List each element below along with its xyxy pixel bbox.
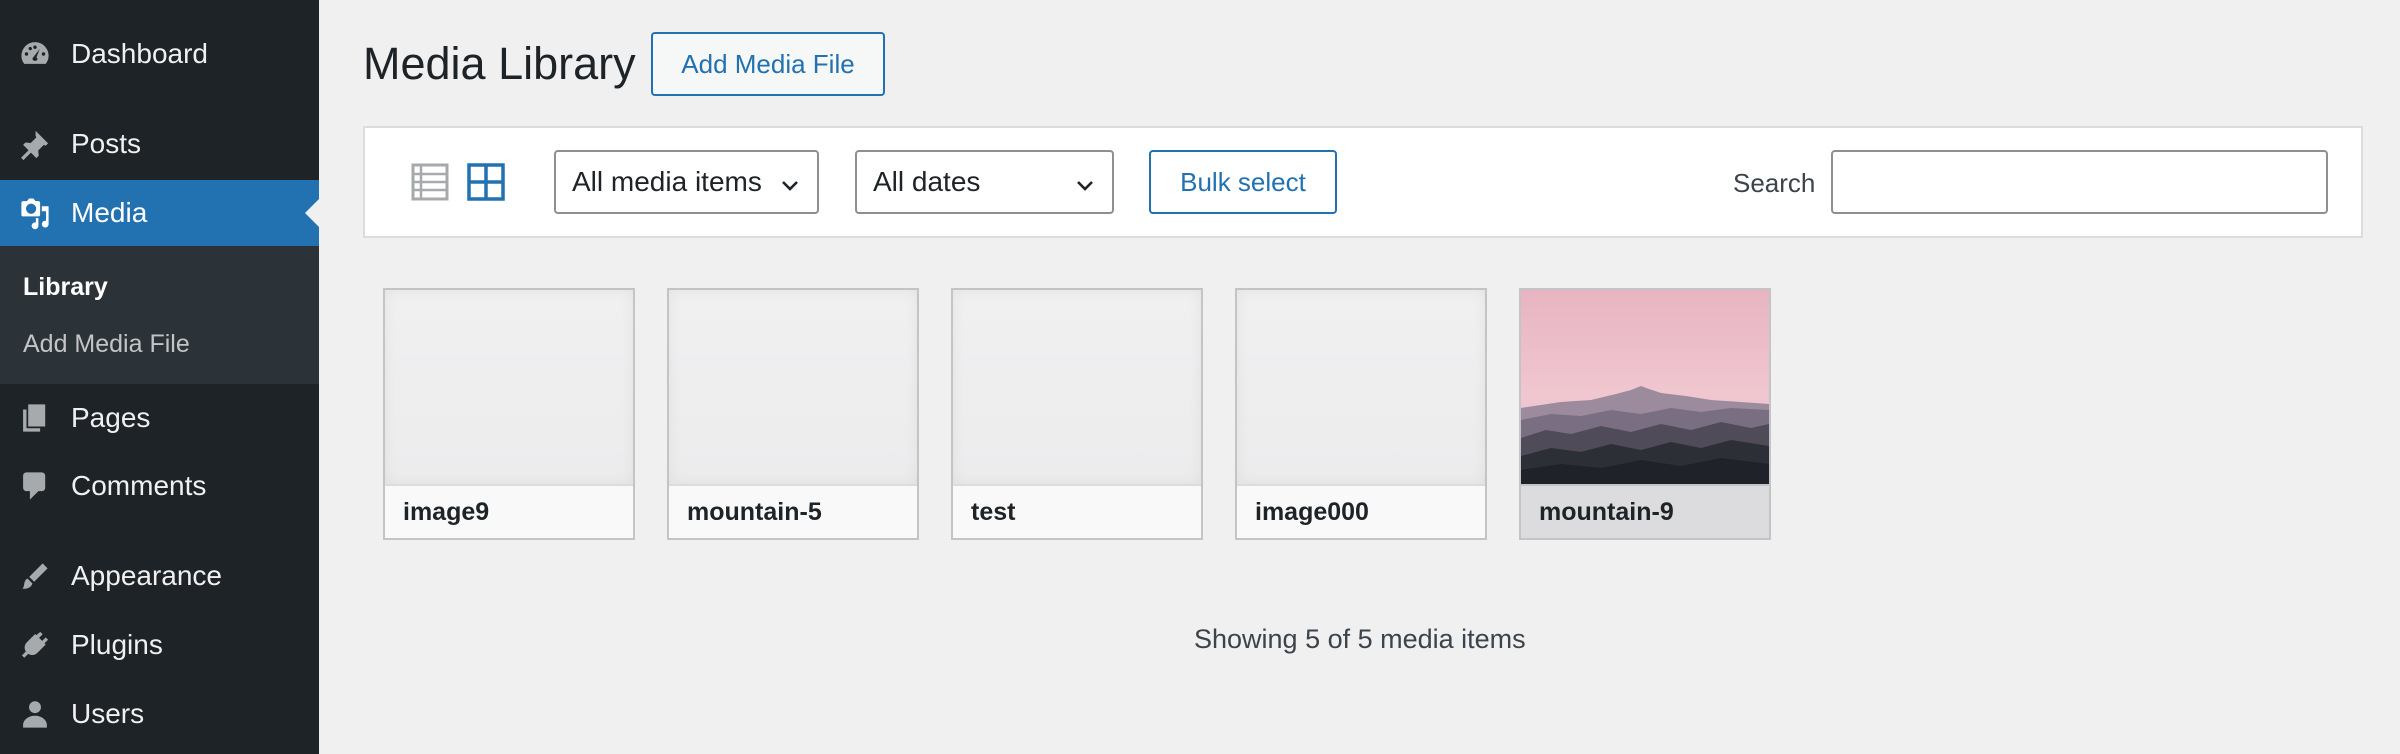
sidebar-item-label: Appearance xyxy=(71,560,223,591)
media-thumbnail xyxy=(953,290,1201,484)
media-filename: test xyxy=(953,484,1201,538)
pages-icon xyxy=(18,401,52,435)
bulk-select-button[interactable]: Bulk select xyxy=(1149,150,1337,214)
sidebar-item-pages[interactable]: Pages xyxy=(0,385,319,451)
media-item-mountain-5[interactable]: mountain-5 xyxy=(667,288,919,540)
sidebar-item-label: Users xyxy=(71,698,145,729)
media-filename: image9 xyxy=(385,484,633,538)
dashboard-icon xyxy=(18,37,52,71)
grid-view-icon[interactable] xyxy=(466,162,506,202)
sidebar-item-posts[interactable]: Posts xyxy=(0,111,319,177)
page-title: Media Library xyxy=(363,38,636,89)
media-item-mountain-9[interactable]: mountain-9 xyxy=(1519,288,1771,540)
media-thumbnail xyxy=(1237,290,1485,484)
search-input[interactable] xyxy=(1831,150,2328,214)
mountain-photo-thumbnail xyxy=(1521,290,1769,484)
date-filter[interactable]: All dates xyxy=(855,150,1114,214)
search-label: Search xyxy=(1733,168,1816,198)
media-icon xyxy=(18,196,52,230)
chevron-down-icon xyxy=(1074,172,1096,194)
sidebar-item-plugins[interactable]: Plugins xyxy=(0,612,319,678)
sidebar-item-users[interactable]: Users xyxy=(0,681,319,747)
list-view-icon[interactable] xyxy=(410,162,450,202)
submenu-item-add-media-file[interactable]: Add Media File xyxy=(23,330,190,359)
brush-icon xyxy=(18,559,52,593)
media-thumbnail xyxy=(385,290,633,484)
sidebar-item-label: Dashboard xyxy=(71,38,208,69)
media-type-filter[interactable]: All media items xyxy=(554,150,819,214)
chevron-down-icon xyxy=(779,172,801,194)
pin-icon xyxy=(18,127,52,161)
sidebar-item-label: Comments xyxy=(71,470,207,501)
media-item-image000[interactable]: image000 xyxy=(1235,288,1487,540)
sidebar-item-label: Posts xyxy=(71,128,142,159)
media-filename: mountain-9 xyxy=(1521,484,1769,538)
admin-sidebar: Dashboard Posts Media Library Add Media … xyxy=(0,0,319,754)
comment-icon xyxy=(18,469,52,503)
sidebar-item-media[interactable]: Media xyxy=(0,180,319,246)
sidebar-item-label: Plugins xyxy=(71,629,163,660)
media-toolbar: All media items All dates Bulk select Se… xyxy=(363,126,2363,238)
media-item-image9[interactable]: image9 xyxy=(383,288,635,540)
media-thumbnail xyxy=(669,290,917,484)
plugin-icon xyxy=(18,628,52,662)
date-filter-value: All dates xyxy=(873,166,981,197)
media-filename: mountain-5 xyxy=(669,484,917,538)
sidebar-item-comments[interactable]: Comments xyxy=(0,453,319,519)
user-icon xyxy=(18,697,52,731)
add-media-file-button[interactable]: Add Media File xyxy=(651,32,885,96)
submenu-item-library[interactable]: Library xyxy=(23,273,108,302)
sidebar-item-label: Pages xyxy=(71,402,151,433)
media-count-text: Showing 5 of 5 media items xyxy=(1194,624,1526,654)
media-submenu: Library Add Media File xyxy=(0,246,319,384)
sidebar-item-dashboard[interactable]: Dashboard xyxy=(0,21,319,87)
media-item-test[interactable]: test xyxy=(951,288,1203,540)
media-type-filter-value: All media items xyxy=(572,166,762,197)
media-filename: image000 xyxy=(1237,484,1485,538)
sidebar-item-label: Media xyxy=(71,197,148,228)
sidebar-item-appearance[interactable]: Appearance xyxy=(0,543,319,609)
